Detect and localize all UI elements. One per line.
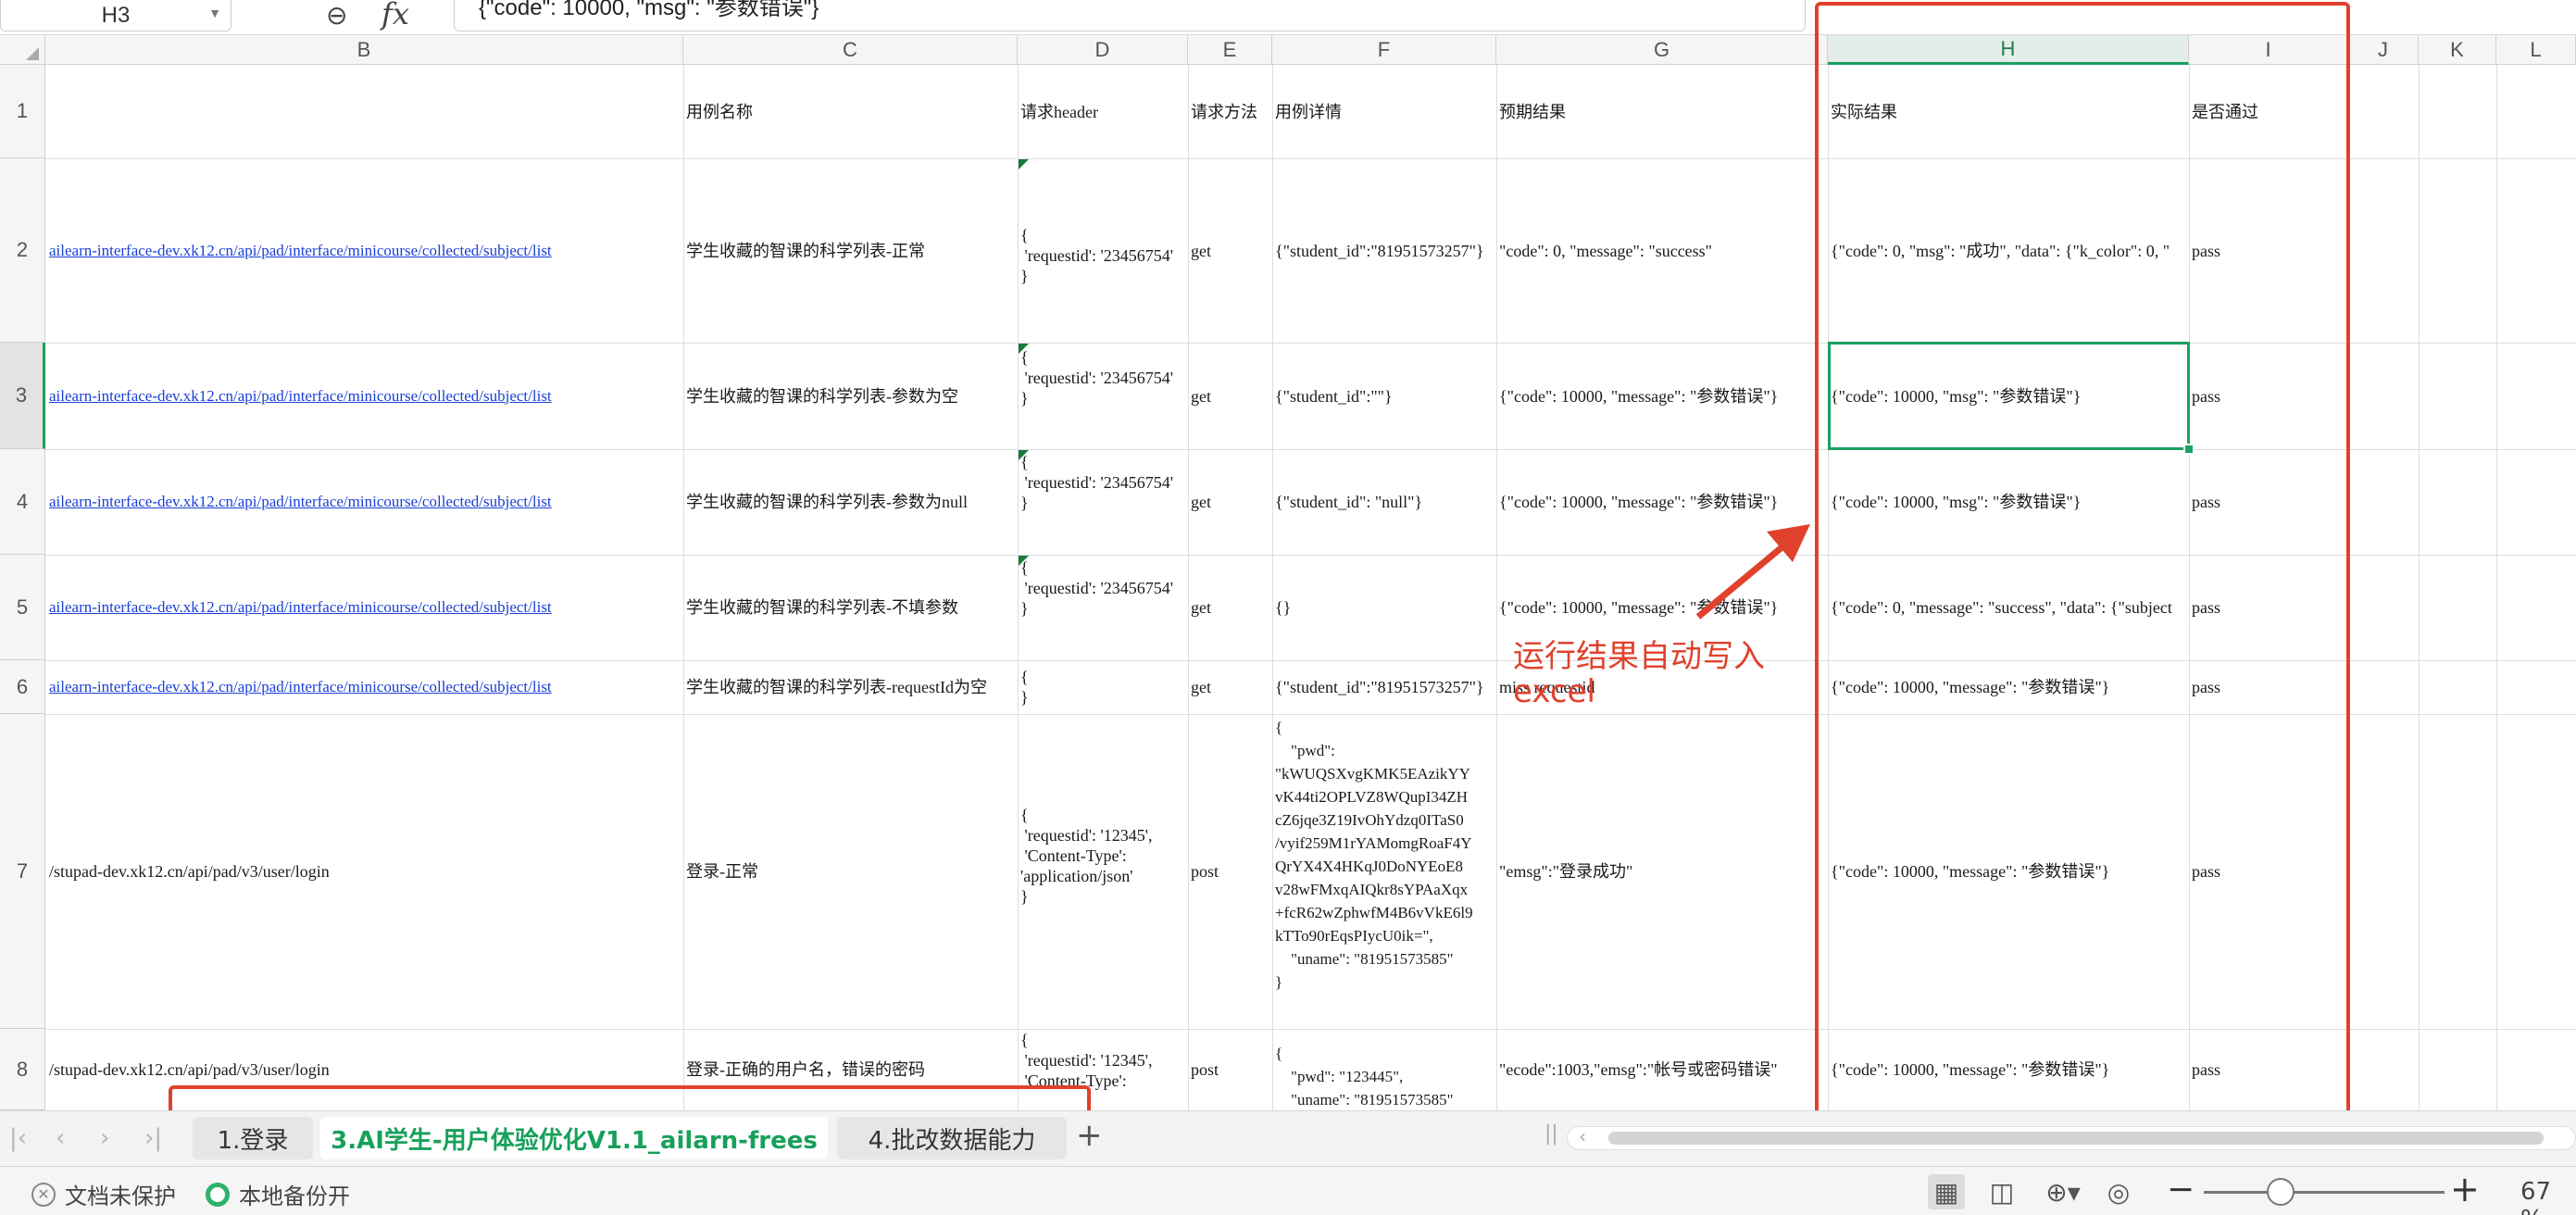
expected-cell[interactable]: "code": 0, "message": "success": [1497, 158, 1828, 343]
column-header-f[interactable]: F: [1272, 35, 1496, 65]
header-method[interactable]: 请求方法: [1189, 65, 1272, 158]
sheet-tab-login[interactable]: 1.登录: [193, 1117, 313, 1159]
annotation-highlight-box: [1815, 2, 2350, 1121]
expected-cell[interactable]: {"code": 10000, "message": "参数错误"}: [1497, 343, 1828, 449]
normal-view-icon[interactable]: ▦: [1928, 1174, 1965, 1209]
case-name-cell[interactable]: 学生收藏的智课的科学列表-参数为空: [684, 343, 1018, 449]
eye-protection-icon[interactable]: ◎: [2100, 1174, 2137, 1209]
zoom-slider-knob[interactable]: [2267, 1178, 2295, 1206]
url-cell[interactable]: ailearn-interface-dev.xk12.cn/api/pad/in…: [47, 555, 683, 660]
method-cell[interactable]: get: [1189, 449, 1272, 555]
scroll-split-handle[interactable]: ||: [1544, 1122, 1558, 1146]
next-sheet-icon[interactable]: ›: [100, 1124, 109, 1152]
request-header-cell[interactable]: { 'requestid': '12345', 'Content-Type': …: [1019, 805, 1188, 944]
select-all-corner[interactable]: [0, 35, 45, 65]
url-cell[interactable]: ailearn-interface-dev.xk12.cn/api/pad/in…: [47, 343, 683, 449]
add-sheet-button[interactable]: +: [1076, 1117, 1103, 1154]
first-sheet-icon[interactable]: |‹: [9, 1124, 27, 1152]
row-header-7[interactable]: 7: [0, 714, 45, 1029]
row-header-6[interactable]: 6: [0, 660, 45, 714]
column-header-g[interactable]: G: [1496, 35, 1828, 65]
header-request-header[interactable]: 请求header: [1019, 65, 1188, 158]
scrollbar-thumb[interactable]: [1608, 1132, 2544, 1145]
method-cell[interactable]: post: [1189, 714, 1272, 1029]
column-header-l[interactable]: L: [2496, 35, 2576, 65]
url-cell[interactable]: ailearn-interface-dev.xk12.cn/api/pad/in…: [47, 158, 683, 343]
request-header-cell[interactable]: { }: [1019, 667, 1188, 709]
zoom-slider[interactable]: [2204, 1191, 2445, 1194]
header-case-detail[interactable]: 用例详情: [1273, 65, 1496, 158]
row-header-2[interactable]: 2: [0, 158, 45, 343]
case-detail-cell[interactable]: {"student_id":""}: [1273, 343, 1496, 449]
page-layout-view-icon[interactable]: ◫: [1983, 1174, 2020, 1209]
backup-icon: [206, 1182, 230, 1207]
name-box[interactable]: H3 ▼: [0, 0, 231, 31]
backup-status[interactable]: 本地备份开: [206, 1178, 350, 1210]
request-header-cell[interactable]: { 'requestid': '23456754' }: [1019, 347, 1188, 440]
case-name-cell[interactable]: 学生收藏的智课的科学列表-正常: [684, 158, 1018, 343]
url-cell[interactable]: ailearn-interface-dev.xk12.cn/api/pad/in…: [47, 449, 683, 555]
method-cell[interactable]: get: [1189, 555, 1272, 660]
method-cell[interactable]: post: [1189, 1029, 1272, 1110]
row-header-4[interactable]: 4: [0, 449, 45, 555]
column-header-b[interactable]: B: [45, 35, 683, 65]
method-cell[interactable]: get: [1189, 343, 1272, 449]
prev-sheet-icon[interactable]: ‹: [56, 1124, 65, 1152]
request-header-cell[interactable]: { 'requestid': '23456754' }: [1019, 225, 1188, 308]
column-header-d[interactable]: D: [1018, 35, 1188, 65]
status-bar: ✕ 文档未保护 本地备份开 ▦ ◫ ⊕▾ ◎ − + 67 %: [0, 1166, 2576, 1215]
reading-mode-icon[interactable]: ⊕▾: [2037, 1174, 2089, 1209]
case-detail-cell[interactable]: {"student_id": "null"}: [1273, 449, 1496, 555]
url-cell[interactable]: /stupad-dev.xk12.cn/api/pad/v3/user/logi…: [47, 714, 683, 1029]
row-header-1[interactable]: 1: [0, 65, 45, 158]
backup-label: 本地备份开: [239, 1184, 350, 1209]
doc-protect-label: 文档未保护: [65, 1184, 176, 1209]
method-cell[interactable]: get: [1189, 660, 1272, 714]
column-header-c[interactable]: C: [683, 35, 1018, 65]
name-box-value: H3: [101, 2, 131, 28]
last-sheet-icon[interactable]: ›|: [144, 1124, 162, 1152]
case-detail-cell[interactable]: { "pwd": "kWUQSXvgKMK5EAzikYY vK44ti2OPL…: [1273, 716, 1496, 1027]
zoom-in-button[interactable]: +: [2450, 1169, 2480, 1209]
zoom-out-button[interactable]: −: [2167, 1171, 2195, 1209]
url-cell[interactable]: ailearn-interface-dev.xk12.cn/api/pad/in…: [47, 660, 683, 714]
method-cell[interactable]: get: [1189, 158, 1272, 343]
case-detail-cell[interactable]: {}: [1273, 555, 1496, 660]
column-header-j[interactable]: J: [2348, 35, 2419, 65]
column-header-e[interactable]: E: [1188, 35, 1272, 65]
case-name-cell[interactable]: 学生收藏的智课的科学列表-不填参数: [684, 555, 1018, 660]
sheet-tab-ai-student[interactable]: 3.AI学生-用户体验优化V1.1_ailarn-frees: [320, 1117, 828, 1159]
formula-input[interactable]: {"code": 10000, "msg": "参数错误"}: [454, 0, 1806, 31]
scroll-left-icon[interactable]: ‹: [1579, 1125, 1586, 1147]
doc-protect-status[interactable]: ✕ 文档未保护: [31, 1178, 176, 1210]
row-header-5[interactable]: 5: [0, 555, 45, 660]
zoom-level[interactable]: 67 %: [2520, 1178, 2576, 1215]
fx-icon[interactable]: fx: [381, 0, 409, 31]
horizontal-scrollbar[interactable]: ‹: [1567, 1125, 2576, 1150]
expected-cell[interactable]: {"code": 10000, "message": "参数错误"}: [1497, 449, 1828, 555]
expected-cell[interactable]: "emsg":"登录成功": [1497, 714, 1828, 1029]
row-header-8[interactable]: 8: [0, 1029, 45, 1110]
sheet-tab-grading[interactable]: 4.批改数据能力: [837, 1117, 1067, 1159]
shield-icon: ✕: [31, 1182, 56, 1207]
sheet-tab-bar: |‹ ‹ › ›| 1.登录 3.AI学生-用户体验优化V1.1_ailarn-…: [0, 1110, 2576, 1166]
case-detail-cell[interactable]: {"student_id":"81951573257"}: [1273, 158, 1496, 343]
case-name-cell[interactable]: 登录-正常: [684, 714, 1018, 1029]
annotation-label: 运行结果自动写入 excel: [1513, 638, 1765, 710]
case-name-cell[interactable]: 学生收藏的智课的科学列表-参数为null: [684, 449, 1018, 555]
chevron-down-icon[interactable]: ▼: [208, 6, 221, 20]
column-header-k[interactable]: K: [2419, 35, 2496, 65]
row-header-3[interactable]: 3: [0, 343, 45, 449]
request-header-cell[interactable]: { 'requestid': '23456754' }: [1019, 452, 1188, 545]
case-name-cell[interactable]: 学生收藏的智课的科学列表-requestId为空: [684, 660, 1018, 714]
header-expected[interactable]: 预期结果: [1497, 65, 1828, 158]
case-detail-cell[interactable]: {"student_id":"81951573257"}: [1273, 660, 1496, 714]
magnifier-icon[interactable]: ⊖: [326, 0, 347, 31]
case-detail-cell[interactable]: { "pwd": "123445", "uname": "81951573585…: [1273, 1042, 1496, 1110]
header-case-name[interactable]: 用例名称: [684, 65, 1018, 158]
request-header-cell[interactable]: { 'requestid': '23456754' }: [1019, 557, 1188, 650]
expected-cell[interactable]: "ecode":1003,"emsg":"帐号或密码错误": [1497, 1029, 1828, 1110]
